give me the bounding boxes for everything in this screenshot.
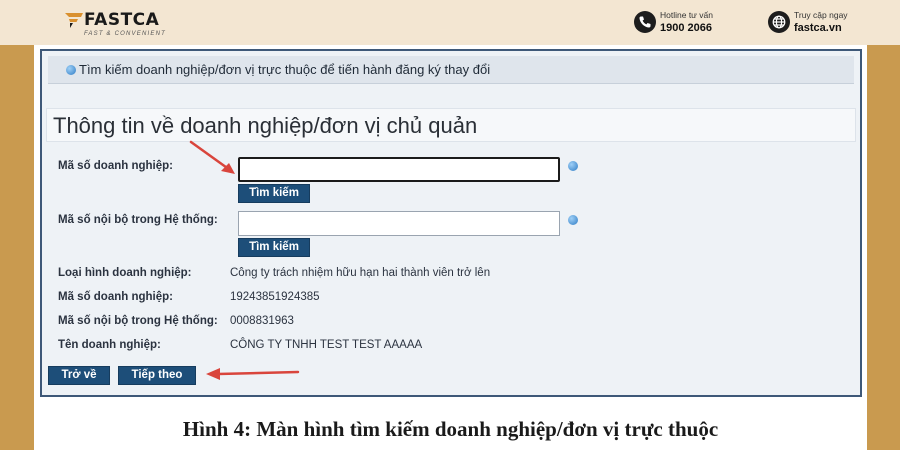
hotline-number: 1900 2066 [660, 22, 712, 34]
enterprise-code-info-label: Mã số doanh nghiệp: [58, 291, 173, 303]
subtitle-bar: Thông tin về doanh nghiệp/đơn vị chủ quả… [46, 108, 856, 142]
internal-code-label: Mã số nội bộ trong Hệ thống: [58, 214, 218, 226]
internal-code-help-icon[interactable] [568, 215, 578, 225]
internal-code-info-value: 0008831963 [230, 315, 294, 327]
form-subtitle: Thông tin về doanh nghiệp/đơn vị chủ quả… [53, 113, 478, 138]
figure-caption: Hình 4: Màn hình tìm kiếm doanh nghiệp/đ… [182, 417, 719, 441]
hotline-label: Hotline tư vấn [660, 10, 713, 20]
section-title: Tìm kiếm doanh nghiệp/đơn vị trực thuộc … [79, 62, 491, 77]
enterprise-name-value: CÔNG TY TNHH TEST TEST AAAAA [230, 339, 423, 351]
info-icon [66, 65, 76, 75]
globe-icon [768, 11, 790, 33]
form-panel: Tìm kiếm doanh nghiệp/đơn vị trực thuộc … [40, 49, 862, 397]
brand-tagline: FAST & CONVENIENT [84, 31, 166, 37]
section-header: Tìm kiếm doanh nghiệp/đơn vị trực thuộc … [48, 56, 854, 84]
arrow-to-next-icon [206, 368, 300, 380]
enterprise-code-info-value: 19243851924385 [230, 291, 320, 303]
enterprise-name-label: Tên doanh nghiệp: [58, 339, 161, 351]
next-button[interactable]: Tiếp theo [118, 366, 196, 385]
internal-code-input[interactable] [238, 211, 560, 236]
brand-name: FASTCA [84, 10, 160, 30]
enterprise-code-label: Mã số doanh nghiệp: [58, 160, 173, 172]
document-page: Tìm kiếm doanh nghiệp/đơn vị trực thuộc … [34, 45, 867, 450]
website-url: fastca.vn [794, 22, 842, 34]
website-label: Truy cập ngay [794, 10, 848, 20]
phone-icon [634, 11, 656, 33]
enterprise-type-label: Loại hình doanh nghiệp: [58, 267, 192, 279]
enterprise-code-help-icon[interactable] [568, 161, 578, 171]
internal-code-info-label: Mã số nội bộ trong Hệ thống: [58, 315, 218, 327]
search-enterprise-code-button[interactable]: Tìm kiếm [238, 184, 310, 203]
top-banner: FASTCA FAST & CONVENIENT Hotline tư vấn … [0, 0, 900, 45]
search-internal-code-button[interactable]: Tìm kiếm [238, 238, 310, 257]
back-button[interactable]: Trở về [48, 366, 110, 385]
enterprise-type-value: Công ty trách nhiệm hữu hạn hai thành vi… [230, 267, 491, 279]
enterprise-code-input[interactable] [238, 157, 560, 182]
logo-mark-icon [65, 13, 83, 28]
arrow-to-input-icon [189, 140, 235, 174]
